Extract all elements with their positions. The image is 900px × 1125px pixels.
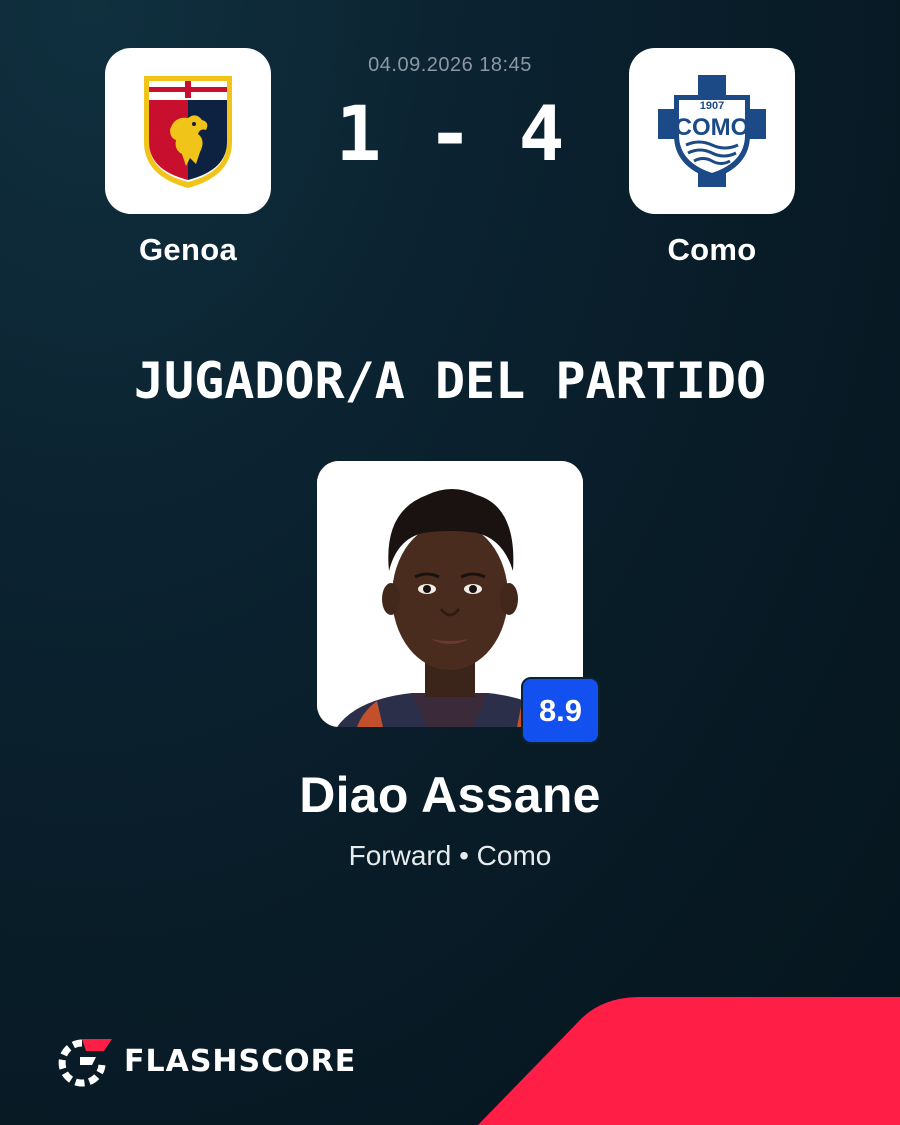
match-datetime: 04.09.2026 18:45 — [368, 54, 532, 76]
player-of-the-match-title: JUGADOR/A DEL PARTIDO — [133, 352, 767, 410]
player-position-team: Forward • Como — [348, 840, 552, 871]
flashscore-brand: FLASHSCORE — [56, 1033, 356, 1089]
como-crest-year: 1907 — [700, 100, 724, 112]
home-team-logo — [105, 48, 271, 214]
genoa-crest-icon — [144, 76, 232, 188]
flashscore-wordmark: FLASHSCORE — [124, 1043, 357, 1079]
player-rating-badge: 8.9 — [521, 677, 600, 744]
como-crest-icon: 1907 COMO — [658, 75, 766, 187]
away-team-logo: 1907 COMO — [629, 48, 795, 214]
player-name: Diao Assane — [299, 767, 601, 823]
match-score: 1 - 4 — [335, 89, 565, 178]
home-team-name: Genoa — [139, 232, 237, 267]
flashscore-logo-icon — [58, 1039, 112, 1087]
como-crest-name: COMO — [675, 114, 750, 141]
away-team-name: Como — [667, 232, 757, 267]
